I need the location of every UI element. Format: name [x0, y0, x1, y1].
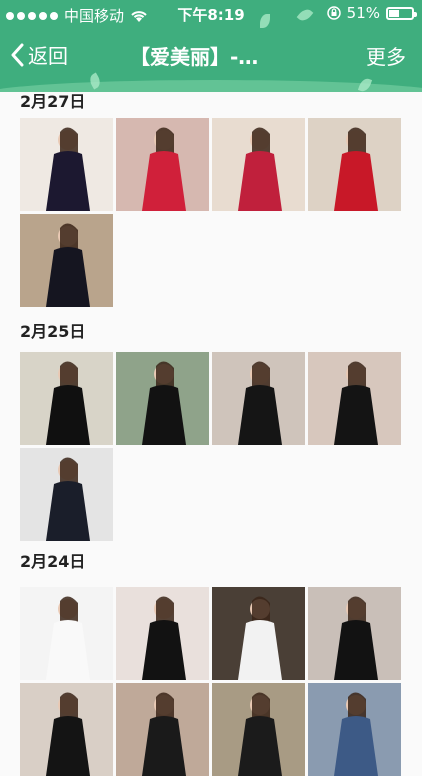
more-button[interactable]: 更多: [366, 41, 406, 70]
battery-fill: [389, 9, 400, 17]
photo-thumbnail[interactable]: [116, 118, 209, 211]
status-bar: 中国移动 下午8:19 51%: [0, 0, 422, 28]
photo-image: [308, 118, 401, 211]
photo-image: [20, 587, 113, 680]
photo-image: [20, 214, 113, 307]
photo-image: [20, 352, 113, 445]
page-title: 【爱美丽】-…: [130, 45, 259, 69]
photo-thumbnail[interactable]: [20, 214, 113, 307]
rotation-lock-icon: [326, 6, 341, 20]
chevron-left-icon: [11, 43, 24, 66]
photo-thumbnail[interactable]: [212, 118, 305, 211]
photo-image: [308, 683, 401, 776]
nav-bar: 返回 【爱美丽】-… 更多: [0, 34, 422, 74]
photo-thumbnail[interactable]: [212, 587, 305, 680]
photo-thumbnail[interactable]: [20, 118, 113, 211]
battery-percent: 51%: [346, 4, 380, 22]
photo-thumbnail[interactable]: [308, 352, 401, 445]
photo-thumbnail[interactable]: [116, 352, 209, 445]
photo-thumbnail[interactable]: [308, 587, 401, 680]
photo-thumbnail[interactable]: [20, 448, 113, 541]
back-label: 返回: [28, 44, 68, 68]
photo-thumbnail[interactable]: [20, 352, 113, 445]
photo-image: [116, 587, 209, 680]
photo-thumbnail[interactable]: [20, 587, 113, 680]
photo-thumbnail[interactable]: [212, 683, 305, 776]
photo-image: [212, 587, 305, 680]
photo-thumbnail[interactable]: [212, 352, 305, 445]
top-header: 中国移动 下午8:19 51% 返回 【爱美丽】-… 更多: [0, 0, 422, 92]
section-date: 2月24日: [20, 552, 86, 571]
section-date: 2月25日: [20, 322, 86, 341]
photo-image: [308, 352, 401, 445]
photo-thumbnail[interactable]: [116, 683, 209, 776]
photo-thumbnail[interactable]: [308, 683, 401, 776]
photo-image: [20, 683, 113, 776]
photo-image: [212, 352, 305, 445]
photo-image: [116, 118, 209, 211]
photo-image: [116, 683, 209, 776]
photo-thumbnail[interactable]: [308, 118, 401, 211]
photo-image: [212, 683, 305, 776]
photo-image: [212, 118, 305, 211]
back-button[interactable]: 返回: [10, 40, 68, 69]
photo-image: [20, 448, 113, 541]
battery-icon: [386, 6, 417, 20]
photo-thumbnail[interactable]: [20, 683, 113, 776]
photo-image: [20, 118, 113, 211]
section-date: 2月27日: [20, 92, 86, 111]
photo-thumbnail[interactable]: [116, 587, 209, 680]
photo-image: [116, 352, 209, 445]
photo-image: [308, 587, 401, 680]
